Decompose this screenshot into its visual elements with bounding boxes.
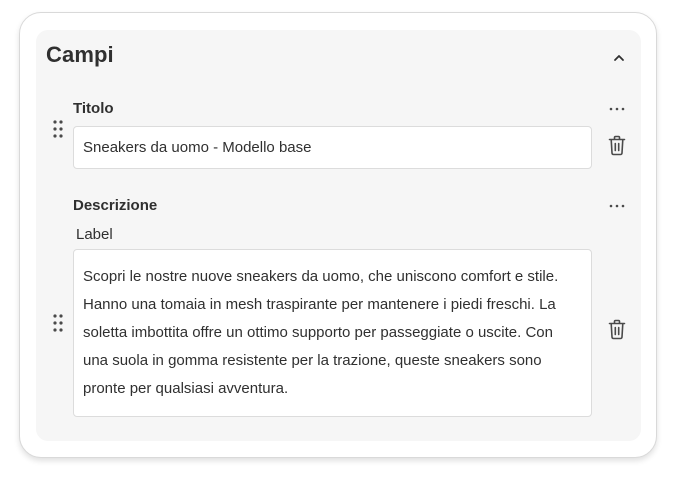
- field-descrizione-delete-button[interactable]: [606, 319, 628, 345]
- trash-icon: [608, 319, 626, 345]
- field-titolo-delete-button[interactable]: [606, 135, 628, 161]
- field-descrizione-sublabel: Label: [76, 226, 113, 243]
- section-title: Campi: [46, 42, 114, 67]
- field-titolo-more-button[interactable]: [605, 100, 629, 114]
- collapse-button[interactable]: [609, 48, 629, 68]
- title-input[interactable]: Sneakers da uomo - Modello base: [73, 126, 592, 169]
- field-label-titolo: Titolo: [73, 100, 114, 117]
- field-descrizione-more-button[interactable]: [605, 197, 629, 211]
- drag-handle-icon: [53, 313, 63, 337]
- drag-handle-icon: [53, 119, 63, 143]
- field-label-descrizione: Descrizione: [73, 197, 158, 214]
- more-horizontal-icon: [609, 98, 625, 116]
- field-titolo-drag-handle[interactable]: [51, 119, 65, 143]
- chevron-up-icon: [613, 49, 625, 67]
- more-horizontal-icon: [609, 195, 625, 213]
- description-textarea[interactable]: Scopri le nostre nuove sneakers da uomo,…: [73, 249, 592, 417]
- fields-card: Campi Titolo Sneakers da uomo - Modello …: [19, 12, 657, 458]
- fields-panel: Campi Titolo Sneakers da uomo - Modello …: [36, 30, 641, 441]
- trash-icon: [608, 135, 626, 161]
- field-descrizione-drag-handle[interactable]: [51, 313, 65, 337]
